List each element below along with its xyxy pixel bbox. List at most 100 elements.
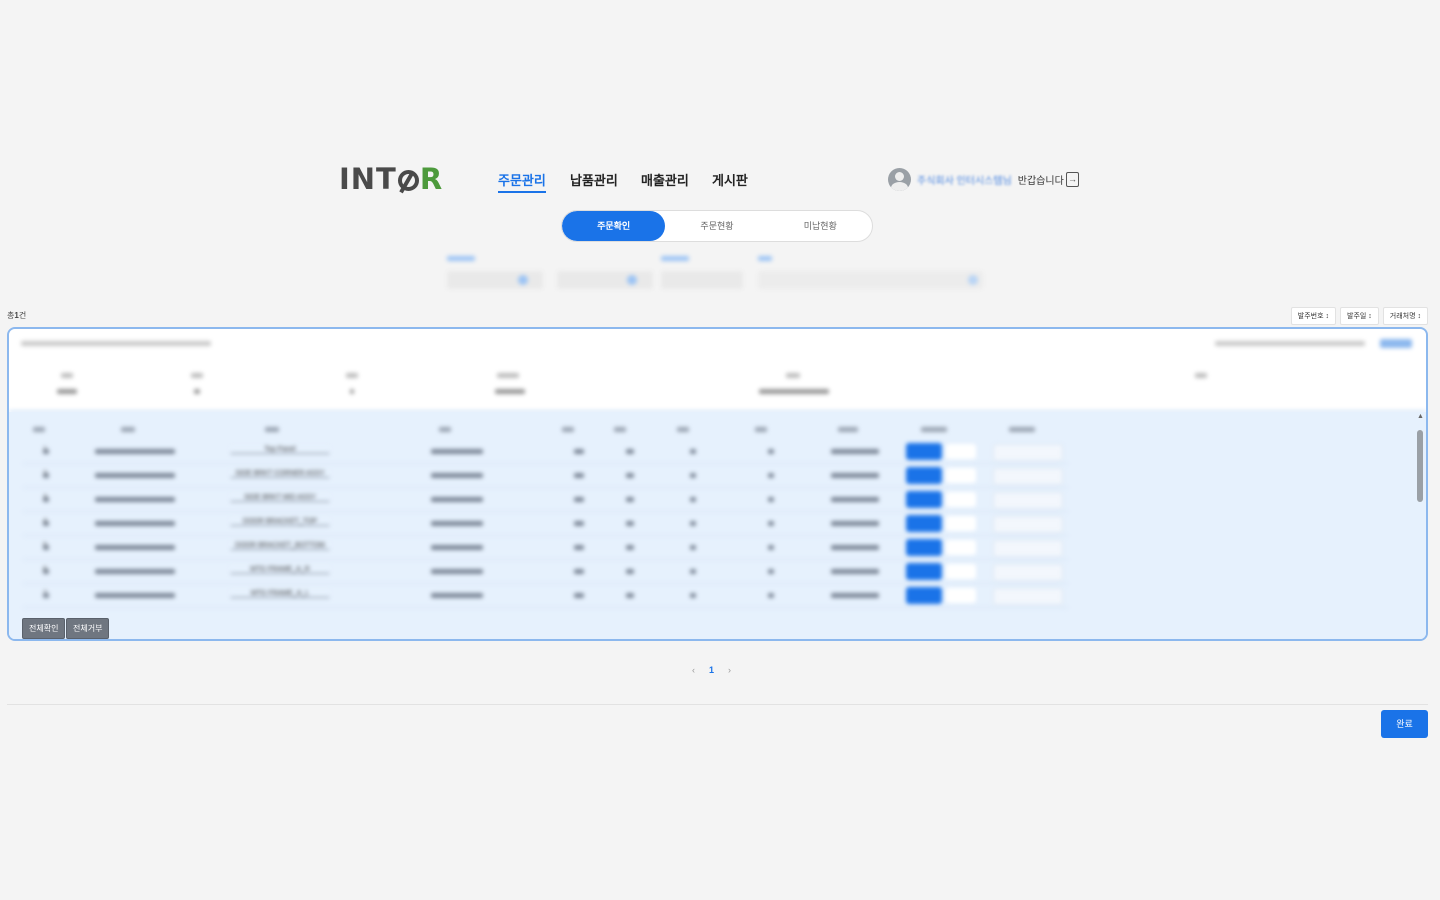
logo-o-mark bbox=[397, 170, 419, 191]
column-header bbox=[677, 427, 689, 432]
table-cell bbox=[831, 497, 879, 502]
filter-label bbox=[447, 256, 475, 261]
row-part-name: SIDE BRKT MID ASSY bbox=[230, 494, 330, 501]
column-header bbox=[33, 427, 45, 432]
row-confirm-button[interactable] bbox=[906, 539, 942, 556]
tab-order-status[interactable]: 주문현황 bbox=[665, 211, 768, 241]
column-header bbox=[439, 427, 451, 432]
row-part-name: DOOR BRACKET_TOP bbox=[230, 518, 330, 525]
row-status-select[interactable] bbox=[993, 540, 1063, 557]
summary-value bbox=[194, 389, 200, 394]
summary-value bbox=[759, 389, 829, 394]
page-number[interactable]: 1 bbox=[709, 665, 714, 675]
nav-board[interactable]: 게시판 bbox=[712, 170, 748, 189]
table-cell bbox=[831, 449, 879, 454]
total-count: 총1건 bbox=[7, 311, 27, 320]
order-badge bbox=[1380, 339, 1412, 348]
prev-page-icon[interactable]: ‹ bbox=[692, 665, 695, 675]
table-cell bbox=[95, 569, 175, 574]
row-reject-button[interactable] bbox=[946, 468, 976, 483]
table-cell bbox=[95, 593, 175, 598]
table-cell bbox=[431, 521, 483, 526]
summary-label bbox=[346, 373, 358, 378]
table-cell bbox=[690, 569, 696, 574]
table-cell bbox=[768, 497, 774, 502]
table-cell bbox=[768, 521, 774, 526]
sub-tab-group: 주문확인 주문현황 미납현황 bbox=[561, 210, 873, 242]
done-button[interactable]: 완료 bbox=[1381, 710, 1428, 738]
table-cell bbox=[831, 545, 879, 550]
user-greeting: 주식회사 인터시스템님 반갑습니다 bbox=[888, 168, 1064, 191]
row-confirm-button[interactable] bbox=[906, 563, 942, 580]
row-status-select[interactable] bbox=[993, 444, 1063, 461]
column-header bbox=[921, 427, 947, 432]
sort-order-date-button[interactable]: 발주일 ↕ bbox=[1340, 307, 1379, 325]
row-number: 1 bbox=[43, 446, 47, 453]
row-reject-button[interactable] bbox=[946, 516, 976, 531]
calendar-icon[interactable] bbox=[518, 275, 528, 285]
row-number: 2 bbox=[43, 470, 47, 477]
row-number: 4 bbox=[43, 518, 47, 525]
filter-label bbox=[661, 256, 689, 261]
app-screen: INT R 주문관리 납품관리 매출관리 게시판 주식회사 인터시스템님 반갑습니… bbox=[0, 155, 1440, 740]
intor-logo[interactable]: INT R bbox=[339, 162, 443, 196]
table-cell bbox=[95, 545, 175, 550]
calendar-icon[interactable] bbox=[627, 275, 637, 285]
row-reject-button[interactable] bbox=[946, 444, 976, 459]
row-status-select[interactable] bbox=[993, 588, 1063, 605]
status-select[interactable] bbox=[661, 271, 743, 289]
table-cell bbox=[626, 449, 634, 454]
row-confirm-button[interactable] bbox=[906, 443, 942, 460]
end-date-field[interactable] bbox=[557, 271, 653, 289]
table-row: 2 SIDE BRKT CORNER ASSY bbox=[23, 464, 1068, 488]
confirm-all-button[interactable]: 전체확인 bbox=[22, 618, 66, 639]
order-card: 1 Top Panel 2 SIDE BRKT CORNER ASSY 3 SIDE BR… bbox=[7, 327, 1428, 641]
table-cell bbox=[574, 449, 584, 454]
scrollbar-thumb[interactable] bbox=[1417, 430, 1423, 502]
search-icon[interactable] bbox=[968, 275, 978, 285]
table-cell bbox=[431, 473, 483, 478]
tab-undelivered-status[interactable]: 미납현황 bbox=[769, 211, 872, 241]
row-reject-button[interactable] bbox=[946, 588, 976, 603]
row-status-select[interactable] bbox=[993, 492, 1063, 509]
row-number: 7 bbox=[43, 590, 47, 597]
row-reject-button[interactable] bbox=[946, 492, 976, 507]
logout-icon[interactable]: → bbox=[1066, 172, 1079, 187]
table-cell bbox=[626, 473, 634, 478]
table-cell bbox=[95, 473, 175, 478]
sort-order-number-button[interactable]: 발주번호 ↕ bbox=[1290, 307, 1337, 325]
row-status-select[interactable] bbox=[993, 516, 1063, 533]
table-cell bbox=[690, 449, 696, 454]
tab-order-confirm[interactable]: 주문확인 bbox=[562, 211, 666, 241]
order-title bbox=[21, 341, 211, 346]
row-confirm-button[interactable] bbox=[906, 491, 942, 508]
table-cell bbox=[574, 521, 584, 526]
row-confirm-button[interactable] bbox=[906, 515, 942, 532]
row-part-name: SIDE BRKT CORNER ASSY bbox=[230, 470, 330, 477]
row-part-name: MTG FRAME_A_L bbox=[230, 590, 330, 597]
table-cell bbox=[574, 569, 584, 574]
sort-vendor-name-button[interactable]: 거래처명 ↕ bbox=[1382, 307, 1428, 325]
row-confirm-button[interactable] bbox=[906, 587, 942, 604]
avatar[interactable] bbox=[888, 168, 911, 191]
row-status-select[interactable] bbox=[993, 564, 1063, 581]
table-cell bbox=[768, 593, 774, 598]
summary-label bbox=[497, 373, 519, 378]
nav-delivery-management[interactable]: 납품관리 bbox=[570, 170, 618, 189]
scroll-up-icon[interactable]: ▲ bbox=[1417, 413, 1424, 420]
search-input[interactable] bbox=[758, 271, 983, 289]
start-date-field[interactable] bbox=[447, 271, 543, 289]
row-reject-button[interactable] bbox=[946, 540, 976, 555]
row-status-select[interactable] bbox=[993, 468, 1063, 485]
column-header bbox=[265, 427, 279, 432]
next-page-icon[interactable]: › bbox=[728, 665, 731, 675]
reject-all-button[interactable]: 전체거부 bbox=[66, 618, 110, 639]
nav-order-management[interactable]: 주문관리 bbox=[498, 170, 546, 193]
row-confirm-button[interactable] bbox=[906, 467, 942, 484]
order-meta bbox=[1215, 341, 1365, 346]
table-cell bbox=[768, 473, 774, 478]
nav-sales-management[interactable]: 매출관리 bbox=[641, 170, 689, 189]
filter-label bbox=[758, 256, 772, 261]
table-scrollbar[interactable]: ▲ ▼ bbox=[1417, 413, 1424, 639]
row-reject-button[interactable] bbox=[946, 564, 976, 579]
